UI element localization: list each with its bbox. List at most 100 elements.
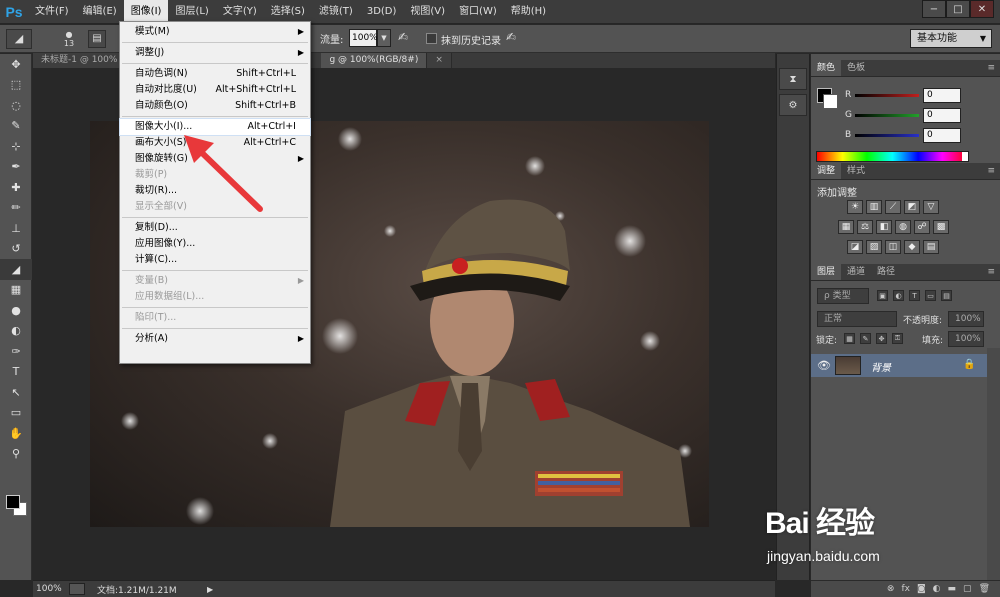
fx-icon[interactable]: fx (901, 584, 910, 594)
minimize-button[interactable]: − (922, 0, 946, 18)
hue-saturation-icon[interactable]: ▦ (838, 220, 854, 234)
menu-3d[interactable]: 3D(D) (360, 0, 404, 24)
filter-pixel-icon[interactable]: ▣ (877, 290, 888, 301)
layer-row-background[interactable]: 👁 背景 🔒 (811, 354, 987, 377)
status-info-icon[interactable] (69, 583, 85, 595)
layers-scrollbar[interactable] (987, 348, 1000, 591)
folder-icon[interactable]: ▬ (948, 584, 957, 594)
filter-shape-icon[interactable]: ▭ (925, 290, 936, 301)
quick-select-tool[interactable]: ✎ (0, 116, 32, 137)
tablet-pressure-icon[interactable]: ✍ (506, 30, 516, 44)
trash-icon[interactable]: 🗑 (979, 584, 990, 594)
doc-tab-active[interactable]: g @ 100%(RGB/8#) (321, 53, 428, 68)
exposure-icon[interactable]: ◩ (904, 200, 920, 214)
lock-all-icon[interactable]: ⚿ (892, 333, 903, 344)
blue-slider[interactable] (855, 134, 919, 137)
blue-value[interactable]: 0 (923, 128, 961, 143)
color-lookup-icon[interactable]: ▩ (933, 220, 949, 234)
airbrush-icon[interactable]: ✍ (398, 30, 414, 46)
flow-dropdown[interactable]: ▼ (377, 29, 391, 47)
menu-item-8[interactable]: 图像大小(I)... Alt+Ctrl+I (119, 118, 311, 136)
tab-paths[interactable]: 路径 (871, 264, 901, 280)
path-select-tool[interactable]: ↖ (0, 382, 32, 403)
gradient-tool[interactable]: ▦ (0, 280, 32, 301)
green-slider[interactable] (855, 114, 919, 117)
eyedropper-tool[interactable]: ✒ (0, 157, 32, 178)
menu-item-6[interactable]: 自动颜色(O) Shift+Ctrl+B (120, 98, 310, 114)
healing-tool[interactable]: ✚ (0, 177, 32, 198)
foreground-color-swatch[interactable] (6, 495, 20, 509)
menu-select[interactable]: 选择(S) (264, 0, 312, 24)
menu-edit[interactable]: 编辑(E) (76, 0, 124, 24)
zoom-value[interactable]: 100% (33, 584, 69, 594)
menu-item-15[interactable]: 复制(D)... (120, 220, 310, 236)
marquee-tool[interactable]: ⬚ (0, 75, 32, 96)
vibrance-icon[interactable]: ▽ (923, 200, 939, 214)
crop-tool[interactable]: ⊹ (0, 136, 32, 157)
photo-filter-icon[interactable]: ◍ (895, 220, 911, 234)
menu-layer[interactable]: 图层(L) (168, 0, 215, 24)
tab-styles[interactable]: 样式 (841, 163, 871, 179)
tool-preset-picker[interactable]: ◢ (6, 28, 32, 49)
zoom-tool[interactable]: ⚲ (0, 444, 32, 465)
brightness-icon[interactable]: ☀ (847, 200, 863, 214)
brush-preset-picker[interactable]: ● 13 (58, 28, 80, 50)
filter-adjust-icon[interactable]: ◐ (893, 290, 904, 301)
dodge-tool[interactable]: ◐ (0, 321, 32, 342)
green-value[interactable]: 0 (923, 108, 961, 123)
blur-tool[interactable]: ● (0, 300, 32, 321)
layer-name[interactable]: 背景 (871, 359, 891, 374)
tab-swatches[interactable]: 色板 (841, 60, 871, 76)
panel-menu-icon[interactable]: ≡ (982, 264, 1000, 280)
eye-icon[interactable]: 👁 (817, 359, 831, 372)
stamp-tool[interactable]: ⊥ (0, 218, 32, 239)
lasso-tool[interactable]: ◌ (0, 95, 32, 116)
tab-channels[interactable]: 通道 (841, 264, 871, 280)
posterize-icon[interactable]: ▨ (866, 240, 882, 254)
tab-color[interactable]: 颜色 (811, 60, 842, 76)
status-menu-arrow[interactable]: ▶ (207, 585, 213, 594)
history-panel-button[interactable]: ⧗ (779, 68, 807, 90)
menu-item-4[interactable]: 自动色调(N) Shift+Ctrl+L (120, 66, 310, 82)
eraser-tool[interactable]: ◢ (0, 259, 32, 280)
workspace-select[interactable]: 基本功能 ▼ (910, 29, 992, 48)
lock-transparent-icon[interactable]: ▦ (844, 333, 855, 344)
new-layer-icon[interactable]: ▢ (963, 584, 972, 594)
menu-item-24[interactable]: 分析(A) ▶ (120, 331, 310, 347)
selective-color-icon[interactable]: ◆ (904, 240, 920, 254)
filter-type-icon[interactable]: T (909, 290, 920, 301)
curves-icon[interactable]: ⟋ (885, 200, 901, 214)
flow-input[interactable]: 100% (349, 29, 378, 47)
menu-item-10[interactable]: 图像旋转(G) ▶ (120, 151, 310, 167)
menu-item-2[interactable]: 调整(J) ▶ (120, 45, 310, 61)
kind-filter-select[interactable]: ρ 类型 (817, 288, 869, 304)
menu-item-9[interactable]: 画布大小(S)... Alt+Ctrl+C (120, 135, 310, 151)
panel-menu-icon[interactable]: ≡ (982, 163, 1000, 179)
close-button[interactable]: ✕ (970, 0, 994, 18)
blend-mode-select[interactable]: 正常 (817, 311, 897, 327)
link-icon[interactable]: ⊗ (887, 584, 895, 594)
doc-tab-close[interactable]: × (427, 53, 452, 68)
tab-adjustments[interactable]: 调整 (811, 163, 842, 179)
adjustment-layer-icon[interactable]: ◐ (933, 584, 941, 594)
lock-pixels-icon[interactable]: ✎ (860, 333, 871, 344)
red-slider[interactable] (855, 94, 919, 97)
move-tool[interactable]: ✥ (0, 54, 32, 75)
history-brush-tool[interactable]: ↺ (0, 239, 32, 260)
menu-window[interactable]: 窗口(W) (452, 0, 504, 24)
restore-button[interactable]: □ (946, 0, 970, 18)
black-white-icon[interactable]: ◧ (876, 220, 892, 234)
mask-icon[interactable]: ◙ (917, 584, 926, 594)
invert-icon[interactable]: ◪ (847, 240, 863, 254)
tab-layers[interactable]: 图层 (811, 264, 842, 280)
menu-image[interactable]: 图像(I) (123, 0, 169, 24)
menu-help[interactable]: 帮助(H) (504, 0, 553, 24)
hand-tool[interactable]: ✋ (0, 423, 32, 444)
color-spectrum[interactable] (816, 151, 969, 162)
type-tool[interactable]: T (0, 362, 32, 383)
menu-item-17[interactable]: 计算(C)... (120, 252, 310, 268)
menu-filter[interactable]: 滤镜(T) (312, 0, 360, 24)
pen-tool[interactable]: ✑ (0, 341, 32, 362)
doc-tab-untitled[interactable]: 未标题-1 @ 100% (33, 53, 127, 68)
opacity-value[interactable]: 100% (948, 311, 984, 327)
